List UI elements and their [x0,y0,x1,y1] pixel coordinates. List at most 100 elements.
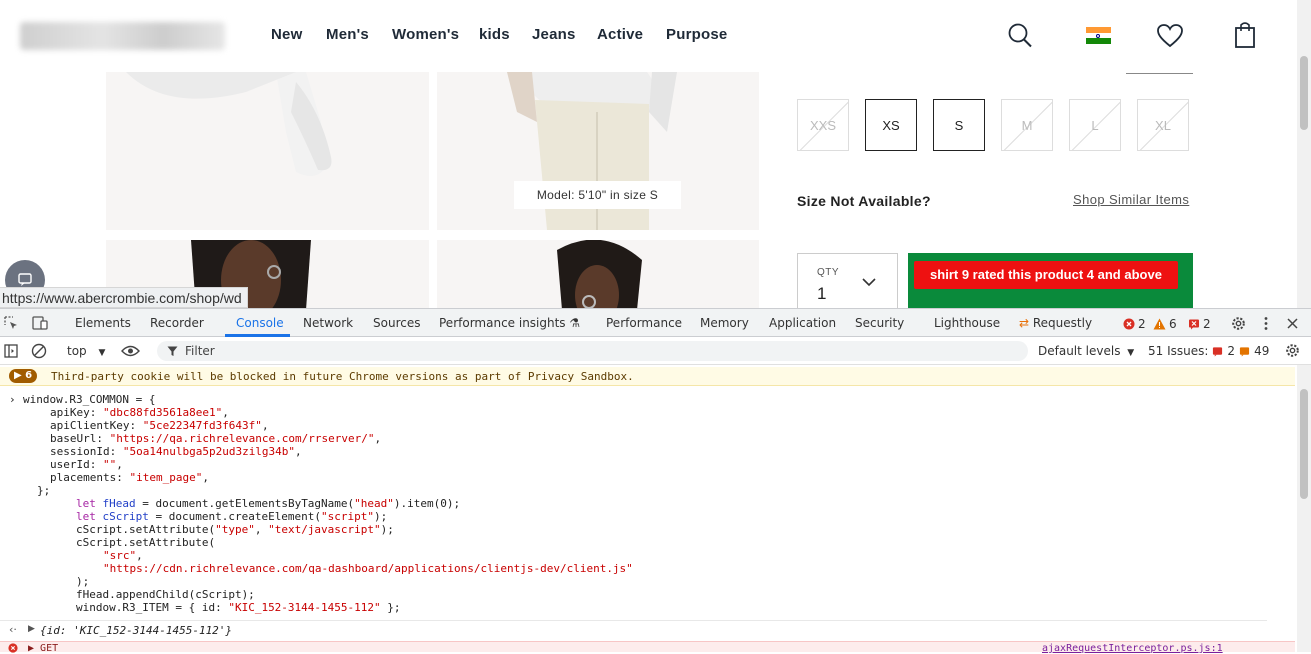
result-object: {id: 'KIC_152-3144-1455-112'} [40,624,233,637]
tab-label: Memory [700,316,749,330]
size-option-xl[interactable]: XL [1137,99,1189,151]
issues-count: 2 [1203,317,1211,331]
sidebar-toggle-icon[interactable] [4,344,18,358]
heart-icon[interactable] [1156,23,1184,49]
tab-performance-insights[interactable]: Performance insights ⚗ [439,316,580,330]
expand-triangle-icon[interactable]: ▶ [28,624,35,634]
code-line: window.R3_COMMON = { [23,393,156,406]
tab-requestly[interactable]: ⇄ Requestly [1019,316,1092,330]
tab-label: Network [303,316,354,330]
india-flag-icon[interactable] [1086,27,1111,44]
web-page: Model: 5'10" in size S XXS XS S M L XL Size N… [0,0,1311,308]
tab-lighthouse[interactable]: Lighthouse [934,316,1000,330]
size-label: S [954,117,964,133]
product-photo-4[interactable] [437,240,759,308]
tab-label: Security [855,316,905,330]
size-label: XXS [809,117,836,133]
size-option-s[interactable]: S [933,99,985,151]
quantity-value: 1 [817,284,827,303]
code-line: apiClientKey: "5ce22347fd3f643f", [50,419,269,432]
code-line: fHead.appendChild(cScript); [76,588,255,601]
size-label: L [1091,117,1099,133]
tab-label: Lighthouse [934,316,1001,330]
search-icon[interactable] [1007,20,1035,50]
code-line: cScript.setAttribute("type", "text/javas… [76,523,394,536]
nav-item-men-s[interactable]: Men's [326,26,369,43]
live-expression-eye-icon[interactable] [121,345,140,357]
tab-label: Performance insights [439,316,566,330]
log-levels-dropdown[interactable]: Default levels ▼ [1038,344,1134,358]
shop-similar-items-link[interactable]: Shop Similar Items [1073,192,1189,207]
nav-item-new[interactable]: New [271,26,302,43]
nav-item-active[interactable]: Active [597,26,643,43]
error-icon [1123,318,1135,330]
error-count: 2 [1138,317,1146,331]
issues-summary[interactable]: 51 Issues: 2 49 [1148,344,1269,358]
tab-label: Sources [373,316,421,330]
close-icon[interactable] [1287,318,1298,329]
tab-sources[interactable]: Sources [373,316,420,330]
size-option-xs[interactable]: XS [865,99,917,151]
tab-network[interactable]: Network [303,316,353,330]
tab-elements[interactable]: Elements [75,316,131,330]
shopping-bag-icon[interactable] [1233,20,1257,50]
size-option-l[interactable]: L [1069,99,1121,151]
account-underline [1126,73,1193,74]
warning-repeat-count: ▶ 6 [9,369,38,383]
nav-item-purpose[interactable]: Purpose [666,26,727,43]
tab-application[interactable]: Application [769,316,836,330]
nav-item-women-s[interactable]: Women's [392,26,459,43]
code-line: }; [37,484,51,497]
nav-item-kids[interactable]: kids [479,26,510,43]
error-source-link[interactable]: ajaxRequestInterceptor.ps.js:1 [1042,643,1223,654]
experiment-flask-icon: ⚗ [565,316,581,330]
error-icon [8,643,18,653]
requestly-icon: ⇄ [1019,316,1033,330]
tab-label: Console [236,316,284,330]
console-error-message[interactable]: ▶ GET ajaxRequestInterceptor.ps.js:1 [0,641,1295,654]
inspect-element-icon[interactable] [4,316,18,330]
code-line: userId: "", [50,458,123,471]
input-prompt-icon: › [9,393,16,406]
quantity-select[interactable]: QTY 1 [797,253,898,308]
code-line: window.R3_ITEM = { id: "KIC_152-3144-145… [76,601,401,614]
warning-count-badge[interactable]: 6 [1153,317,1177,331]
device-toolbar-icon[interactable] [32,316,48,330]
product-photo-1[interactable] [106,72,429,230]
status-bar-url: https://www.abercrombie.com/shop/wd [0,287,248,308]
console-scrollbar[interactable] [1297,365,1311,652]
nav-item-jeans[interactable]: Jeans [532,26,576,43]
tab-label: Performance [606,316,683,330]
settings-gear-icon[interactable] [1231,316,1246,331]
issue-icon [1189,319,1199,330]
warning-icon [1153,318,1166,330]
size-option-m[interactable]: M [1001,99,1053,151]
console-settings-gear-icon[interactable] [1285,343,1300,358]
console-toolbar: top ▼ Filter Default levels ▼ 51 Issues:… [0,337,1311,365]
size-not-available-label: Size Not Available? [797,193,931,209]
clear-console-icon[interactable] [31,343,47,359]
filter-icon [167,346,178,356]
context-selector[interactable]: top ▼ [67,344,105,358]
brand-logo[interactable] [20,22,225,50]
rating-toast: shirt 9 rated this product 4 and above [914,261,1178,289]
tab-label: Application [769,316,837,330]
code-line: let fHead = document.getElementsByTagNam… [76,497,461,510]
tab-console[interactable]: Console [236,316,284,330]
tab-recorder[interactable]: Recorder [150,316,204,330]
console-result-row[interactable]: ‹· ▶ {id: 'KIC_152-3144-1455-112'} [0,620,1267,638]
chevron-down-icon [862,278,876,287]
code-line: sessionId: "5oa14nulbga5p2ud3zilg34b", [50,445,302,458]
more-options-icon[interactable] [1263,316,1269,331]
issues-count-badge[interactable]: 2 [1188,317,1211,331]
console-warning-message[interactable]: ▶ 6 Third-party cookie will be blocked i… [0,367,1295,386]
tab-memory[interactable]: Memory [700,316,749,330]
page-scrollbar[interactable] [1297,0,1311,308]
code-line: apiKey: "dbc88fd3561a8ee1", [50,406,229,419]
error-count-badge[interactable]: 2 [1123,317,1146,331]
tab-security[interactable]: Security [855,316,904,330]
console-filter-input[interactable]: Filter [157,341,1028,361]
size-option-xxs[interactable]: XXS [797,99,849,151]
tab-performance[interactable]: Performance [606,316,682,330]
quantity-label: QTY [817,267,840,278]
